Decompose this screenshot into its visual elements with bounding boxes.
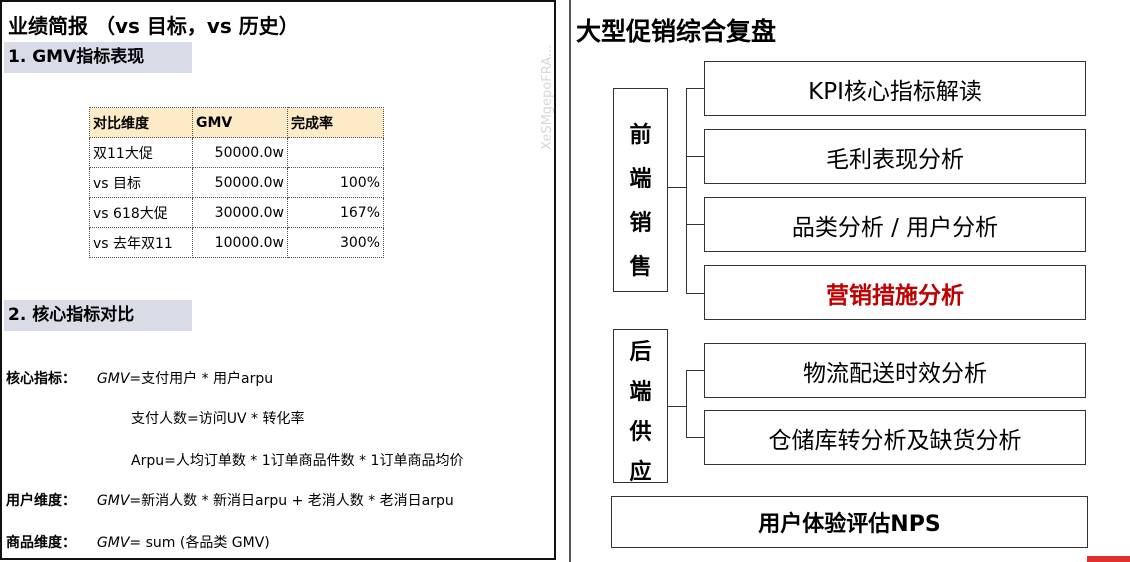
product-dimension-line: 商品维度： GMV= sum (各品类 GMV): [6, 532, 270, 552]
col-header-dimension: 对比维度: [89, 107, 193, 138]
bracket-line: [686, 88, 704, 89]
table-row: vs 618大促 30000.0w 167%: [89, 197, 384, 228]
bracket-line: [668, 406, 686, 407]
item-category-user: 品类分析 / 用户分析: [704, 197, 1086, 252]
back-char: 供: [629, 420, 652, 445]
cell-gmv: 10000.0w: [192, 227, 288, 258]
performance-brief-panel: 业绩简报 （vs 目标，vs 历史） 1. GMV指标表现 对比维度 GMV 完…: [0, 0, 556, 560]
product-var: GMV: [96, 535, 130, 551]
table-row: 双11大促 50000.0w: [89, 137, 384, 168]
cell-completion: [287, 137, 384, 168]
cell-gmv: 50000.0w: [192, 137, 288, 168]
cell-gmv: 50000.0w: [192, 167, 288, 198]
core-metric-line: 核心指标： GMV=支付用户 * 用户arpu: [6, 368, 273, 388]
bracket-line: [686, 437, 704, 438]
item-marketing: 营销措施分析: [704, 265, 1086, 320]
panel-divider: [569, 0, 571, 562]
back-char: 后: [629, 340, 652, 365]
cell-dimension: vs 目标: [89, 167, 193, 198]
front-char: 前: [629, 123, 652, 148]
section-core-header: 2. 核心指标对比: [4, 300, 192, 331]
bracket-line: [686, 88, 687, 294]
bracket-line: [686, 370, 704, 371]
table-row: vs 目标 50000.0w 100%: [89, 167, 384, 198]
item-logistics: 物流配送时效分析: [704, 343, 1086, 398]
core-label: 核心指标：: [6, 371, 76, 387]
front-sales-group: 前 端 销 售: [613, 88, 668, 292]
cell-completion: 167%: [287, 197, 384, 228]
table-row: vs 去年双11 10000.0w 300%: [89, 227, 384, 258]
bracket-line: [686, 156, 704, 157]
front-char: 销: [629, 211, 652, 236]
brief-title: 业绩简报 （vs 目标，vs 历史）: [8, 14, 299, 38]
watermark-text: XeSMgepoFRA...: [540, 44, 555, 150]
cell-dimension: vs 去年双11: [89, 227, 193, 258]
back-supply-group: 后 端 供 应: [613, 329, 668, 485]
core-var: GMV: [96, 371, 130, 387]
front-char: 端: [629, 167, 652, 192]
table-header-row: 对比维度 GMV 完成率: [89, 107, 384, 138]
user-var: GMV: [96, 493, 130, 509]
product-formula: = sum (各品类 GMV): [129, 535, 270, 551]
cell-completion: 100%: [287, 167, 384, 198]
bracket-line: [686, 293, 704, 294]
core-formula: =支付用户 * 用户arpu: [129, 371, 274, 387]
item-warehouse: 仓储库转分析及缺货分析: [704, 410, 1086, 465]
user-dimension-line: 用户维度： GMV=新消人数 * 新消日arpu + 老消人数 * 老消日arp…: [6, 490, 454, 510]
bracket-line: [686, 370, 687, 438]
item-kpi: KPI核心指标解读: [704, 61, 1086, 116]
col-header-gmv: GMV: [192, 107, 288, 138]
back-char: 端: [629, 380, 652, 405]
cell-gmv: 30000.0w: [192, 197, 288, 228]
cell-dimension: vs 618大促: [89, 197, 193, 228]
product-label: 商品维度：: [6, 535, 76, 551]
gmv-table: 对比维度 GMV 完成率 双11大促 50000.0w vs 目标 50000.…: [89, 107, 384, 258]
core-line-3: Arpu=人均订单数 * 1订单商品件数 * 1订单商品均价: [131, 453, 464, 469]
section-gmv-header: 1. GMV指标表现: [4, 42, 192, 73]
back-char: 应: [629, 460, 652, 485]
item-nps: 用户体验评估NPS: [611, 496, 1088, 548]
cell-completion: 300%: [287, 227, 384, 258]
front-char: 售: [629, 255, 652, 280]
bracket-line: [668, 187, 686, 188]
user-label: 用户维度：: [6, 493, 76, 509]
core-line-2: 支付人数=访问UV * 转化率: [131, 411, 305, 427]
bracket-line: [686, 224, 704, 225]
item-margin: 毛利表现分析: [704, 129, 1086, 184]
user-formula: =新消人数 * 新消日arpu + 老消人数 * 老消日arpu: [129, 493, 454, 509]
review-title: 大型促销综合复盘: [576, 17, 777, 46]
cell-dimension: 双11大促: [89, 137, 193, 168]
col-header-completion: 完成率: [287, 107, 384, 138]
red-corner-mark: [1087, 556, 1130, 562]
